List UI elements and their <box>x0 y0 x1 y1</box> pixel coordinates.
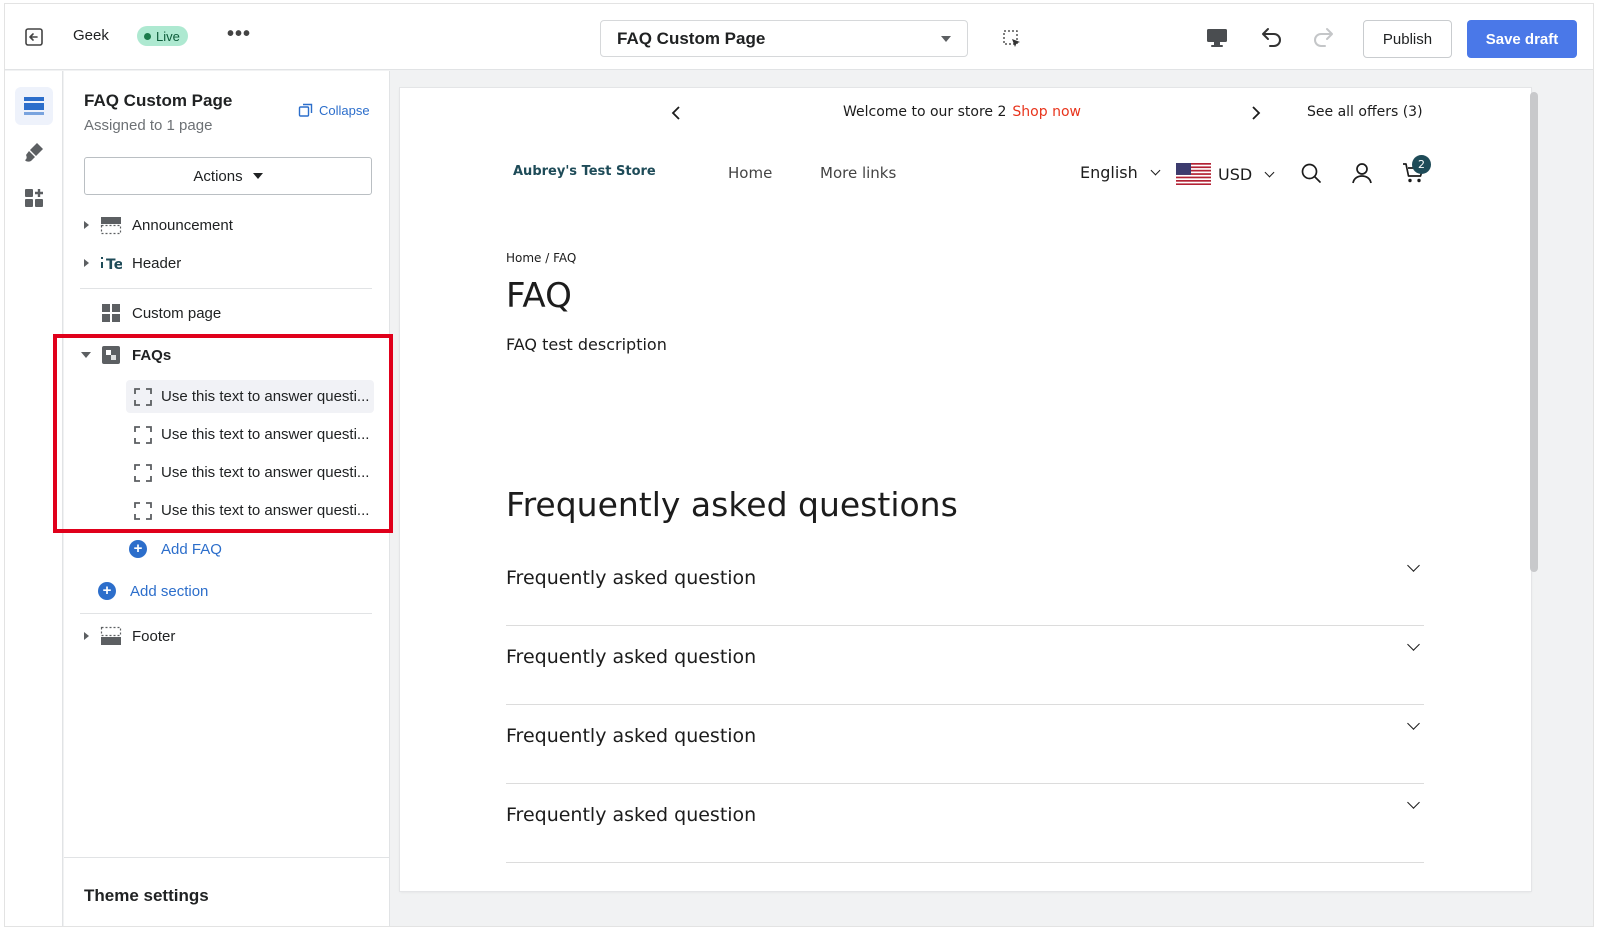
section-footer[interactable]: Footer <box>80 626 175 646</box>
svg-text:Te: Te <box>106 257 122 273</box>
theme-style-tab[interactable] <box>15 133 53 171</box>
highlight-box <box>53 334 393 533</box>
search-icon[interactable] <box>1300 162 1322 189</box>
status-badge: Live <box>137 26 188 46</box>
language-value: English <box>1080 163 1138 182</box>
chevron-down-icon <box>252 173 263 179</box>
live-dot-icon <box>144 32 151 40</box>
brush-icon <box>25 143 43 162</box>
section-label: Header <box>132 254 182 272</box>
faq-heading: Frequently asked questions <box>506 485 958 524</box>
cart-count-badge: 2 <box>1412 155 1431 174</box>
grid-icon <box>100 303 122 323</box>
sections-icon <box>24 97 44 115</box>
faq-accordion-item[interactable]: Frequently asked question <box>506 626 1424 705</box>
chevron-down-icon <box>1407 796 1420 809</box>
announcement-text: Welcome to our store 2 <box>843 104 1007 120</box>
sections-tab[interactable] <box>15 87 53 125</box>
chevron-right-icon <box>1252 106 1261 120</box>
chevron-down-icon <box>1150 165 1161 176</box>
faq-question: Frequently asked question <box>506 567 757 589</box>
faq-accordion-item[interactable]: Frequently asked question <box>506 547 1424 626</box>
page-description: FAQ test description <box>506 335 667 354</box>
add-section-button[interactable]: + Add section <box>98 582 208 600</box>
status-badge-label: Live <box>156 28 180 44</box>
add-faq-button[interactable]: + Add FAQ <box>129 540 222 558</box>
section-custom-page[interactable]: Custom page <box>80 303 221 323</box>
section-label: Footer <box>132 627 176 645</box>
nav-more-links[interactable]: More links <box>820 164 896 182</box>
faq-question: Frequently asked question <box>506 646 757 668</box>
more-actions-button[interactable]: ••• <box>227 23 251 46</box>
theme-settings-button[interactable]: Theme settings <box>64 857 389 926</box>
nav-home[interactable]: Home <box>728 164 772 182</box>
editor-window: Geek Live ••• FAQ Custom Page Publish Sa… <box>4 3 1594 927</box>
language-selector[interactable]: English <box>1080 163 1161 182</box>
add-faq-label: Add FAQ <box>161 540 222 558</box>
footer-icon <box>100 626 122 646</box>
apps-icon <box>25 189 43 207</box>
desktop-view-icon[interactable] <box>1205 26 1229 50</box>
faq-accordion-item[interactable]: Frequently asked question <box>506 705 1424 784</box>
announcement-prev-button[interactable] <box>670 104 682 127</box>
section-label: Custom page <box>132 304 222 322</box>
expand-icon[interactable] <box>80 632 92 640</box>
announcement-bar: Welcome to our store 2 Shop now <box>843 104 1081 120</box>
chevron-down-icon <box>1407 638 1420 651</box>
chevron-down-icon <box>1264 167 1275 177</box>
page-selector[interactable]: FAQ Custom Page <box>600 20 968 57</box>
sidebar-subtitle: Assigned to 1 page <box>84 117 213 134</box>
expand-icon[interactable] <box>80 221 92 229</box>
actions-button[interactable]: Actions <box>84 157 372 195</box>
save-draft-button[interactable]: Save draft <box>1467 20 1577 58</box>
collapse-label: Collapse <box>319 103 370 118</box>
inspector-icon[interactable] <box>1001 28 1023 50</box>
section-label: Announcement <box>132 216 233 234</box>
collapse-button[interactable]: Collapse <box>298 103 370 118</box>
faq-accordion-item[interactable]: Frequently asked question <box>506 784 1424 863</box>
shop-now-link[interactable]: Shop now <box>1012 104 1081 120</box>
preview-scrollbar[interactable] <box>1530 92 1538 572</box>
publish-button[interactable]: Publish <box>1363 20 1452 58</box>
faq-question: Frequently asked question <box>506 804 757 826</box>
redo-icon[interactable] <box>1311 24 1337 50</box>
section-announcement[interactable]: Announcement <box>80 215 233 235</box>
apps-tab[interactable] <box>15 179 53 217</box>
plus-circle-icon: + <box>129 540 147 558</box>
actions-label: Actions <box>193 167 243 185</box>
top-bar: Geek Live ••• FAQ Custom Page Publish Sa… <box>5 4 1593 70</box>
store-logo[interactable]: Aubrey's Test Store <box>513 164 656 179</box>
add-section-label: Add section <box>130 582 209 600</box>
faq-question: Frequently asked question <box>506 725 757 747</box>
section-header[interactable]: Te Header <box>80 253 181 273</box>
account-icon[interactable] <box>1351 162 1373 189</box>
exit-icon[interactable] <box>23 26 45 48</box>
see-all-offers-link[interactable]: See all offers (3) <box>1307 104 1423 120</box>
store-preview: Welcome to our store 2 Shop now See all o… <box>400 88 1531 891</box>
currency-value: USD <box>1218 164 1253 184</box>
divider <box>80 613 372 614</box>
store-name: Geek <box>73 27 109 44</box>
us-flag-icon <box>1176 163 1211 185</box>
collapse-icon <box>298 103 313 117</box>
announcement-next-button[interactable] <box>1250 104 1262 127</box>
page-title: FAQ <box>506 276 572 316</box>
sidebar-title: FAQ Custom Page <box>84 91 233 110</box>
expand-icon[interactable] <box>80 259 92 267</box>
undo-icon[interactable] <box>1258 24 1284 50</box>
chevron-down-icon <box>1407 717 1420 730</box>
chevron-down-icon <box>1407 559 1420 572</box>
divider <box>80 288 372 289</box>
chevron-down-icon <box>941 35 951 42</box>
breadcrumb: Home / FAQ <box>506 251 577 265</box>
announcement-icon <box>100 215 122 235</box>
header-logo-icon: Te <box>100 253 122 273</box>
chevron-left-icon <box>671 106 680 120</box>
currency-selector[interactable]: USD <box>1176 163 1275 185</box>
plus-circle-icon: + <box>98 582 116 600</box>
page-selector-value: FAQ Custom Page <box>617 28 766 48</box>
